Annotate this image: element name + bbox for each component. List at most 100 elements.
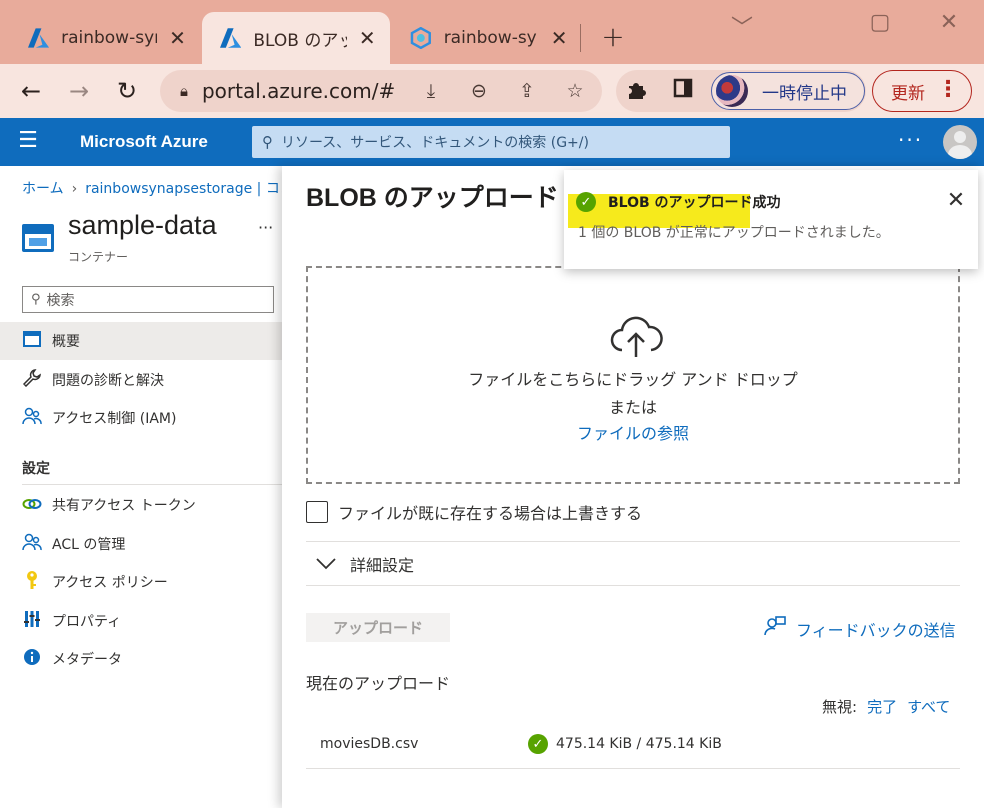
tab-rainbow-storage[interactable]: rainbow-synapsestorage - Microsoft Azure…	[0, 12, 200, 64]
sidebar-item-label: メタデータ	[52, 652, 122, 668]
blade-title: BLOB のアップロード	[306, 184, 559, 212]
send-feedback-link[interactable]: フィードバックの送信	[764, 616, 956, 641]
close-tab-icon[interactable]: ✕	[357, 26, 378, 50]
sidebar-item-access-policy[interactable]: アクセス ポリシー	[0, 563, 282, 601]
minimize-icon[interactable]: ﹀	[727, 10, 757, 42]
advanced-settings-toggle[interactable]: 詳細設定	[316, 552, 414, 576]
breadcrumb-chevron-icon: ›	[71, 181, 78, 197]
dropzone-or-text: または	[608, 398, 657, 417]
info-icon	[22, 648, 42, 670]
share-icon[interactable]: ⇪	[514, 78, 540, 104]
azure-brand[interactable]: Microsoft Azure	[80, 132, 208, 152]
sidebar-item-label: 概要	[52, 334, 80, 350]
upload-button[interactable]: アップロード	[306, 613, 450, 642]
overwrite-checkbox[interactable]	[306, 501, 328, 523]
page-title: sample-data	[68, 210, 217, 240]
menu-search-input[interactable]: ⚲ 検索	[22, 286, 274, 313]
sidebar-item-acl[interactable]: ACL の管理	[0, 525, 282, 563]
sidebar-item-label: アクセス ポリシー	[52, 575, 168, 591]
header-more-icon[interactable]: ···	[898, 128, 923, 152]
menu-search-placeholder: 検索	[46, 292, 75, 309]
close-tab-icon[interactable]: ✕	[167, 26, 188, 50]
success-check-icon: ✓	[576, 192, 596, 212]
browser-toolbar: ← → ↻ 🔒︎ portal.azure.com/#... ⤓ ⊖ ⇪ ☆ 一…	[0, 64, 984, 118]
browse-files-link[interactable]: ファイルの参照	[308, 420, 958, 444]
resource-menu: ホーム › rainbowsynapsestorage | コンテナー sample…	[0, 166, 336, 808]
sidebar-item-sas[interactable]: 共有アクセス トークン	[0, 486, 282, 524]
upload-success-notification[interactable]: ✓ BLOB のアップロード成功 1 個の BLOB が正常にアップロードされま…	[564, 170, 978, 269]
tab-synapse-studio[interactable]: rainbow-synapse - Synapse Studio ✕	[392, 12, 582, 64]
avatar-body	[948, 145, 972, 159]
overwrite-option[interactable]: ファイルが既に存在する場合は上書きする	[306, 500, 642, 524]
tab-title: rainbow-synapsestorage - Microsoft Azure	[61, 28, 157, 48]
breadcrumb-home[interactable]: ホーム	[22, 181, 64, 197]
container-icon	[22, 224, 54, 252]
dropzone-text: ファイルをこちらにドラッグ アンド ドロップ	[468, 370, 798, 389]
side-panel-icon[interactable]	[670, 78, 696, 104]
dismiss-completed-link[interactable]: 完了	[867, 698, 897, 716]
hamburger-menu-icon[interactable]: ☰	[16, 128, 40, 153]
sidebar-item-label: プロパティ	[52, 614, 122, 630]
resource-type: コンテナー	[68, 250, 129, 264]
install-app-icon[interactable]: ⤓	[418, 78, 444, 104]
people-icon	[22, 533, 42, 555]
sidebar-item-metadata[interactable]: メタデータ	[0, 640, 282, 678]
profile-button[interactable]: 一時停止中	[711, 72, 865, 110]
search-placeholder: リソース、サービス、ドキュメントの検索 (G+/)	[281, 135, 589, 151]
upload-progress-text: 475.14 KiB / 475.14 KiB	[556, 736, 722, 752]
settings-section-label: 設定	[22, 461, 50, 477]
sidebar-item-diagnose[interactable]: 問題の診断と解決	[0, 361, 282, 399]
overview-icon	[22, 331, 42, 351]
bookmark-star-icon[interactable]: ☆	[562, 78, 588, 104]
sidebar-item-label: 問題の診断と解決	[52, 373, 164, 389]
address-bar[interactable]: 🔒︎ portal.azure.com/#... ⤓ ⊖ ⇪ ☆	[160, 70, 602, 112]
cloud-upload-icon	[610, 316, 663, 357]
success-check-icon: ✓	[528, 734, 548, 754]
sidebar-item-overview[interactable]: 概要	[0, 322, 282, 360]
resource-more-icon[interactable]: ···	[258, 218, 273, 237]
azure-logo-icon	[28, 28, 50, 48]
user-avatar[interactable]	[943, 125, 977, 159]
more-vertical-icon[interactable]: ⋮	[937, 75, 959, 105]
sidebar-item-properties[interactable]: プロパティ	[0, 602, 282, 640]
azure-header: ☰ Microsoft Azure ⚲ リソース、サービス、ドキュメントの検索 …	[0, 118, 984, 166]
sidebar-item-iam[interactable]: アクセス制御 (IAM)	[0, 399, 282, 437]
forward-icon[interactable]: →	[62, 74, 96, 108]
azure-logo-icon	[220, 28, 242, 48]
upload-file-name: moviesDB.csv	[320, 736, 419, 752]
close-window-icon[interactable]: ✕	[934, 10, 964, 35]
tab-blob-upload[interactable]: BLOB のアップロード - Microsoft Azure ✕	[202, 12, 390, 64]
new-tab-button[interactable]: +	[598, 22, 628, 52]
url-text: portal.azure.com/#...	[201, 79, 394, 103]
profile-avatar	[716, 75, 748, 107]
dismiss-all-link[interactable]: すべて	[907, 698, 950, 716]
extension-group: 一時停止中	[616, 70, 866, 112]
update-button[interactable]: 更新 ⋮	[872, 70, 972, 112]
tab-separator	[580, 24, 581, 52]
close-notification-icon[interactable]: ✕	[944, 188, 968, 213]
sidebar-item-label: 共有アクセス トークン	[52, 498, 196, 514]
divider	[306, 585, 960, 586]
sidebar-item-label: ACL の管理	[52, 537, 126, 553]
notification-message: 1 個の BLOB が正常にアップロードされました。	[578, 225, 890, 241]
lock-icon[interactable]: 🔒︎	[180, 82, 188, 100]
chevron-down-icon	[316, 555, 336, 574]
extensions-puzzle-icon[interactable]	[624, 78, 650, 104]
back-icon[interactable]: ←	[14, 74, 48, 108]
avatar-head	[954, 131, 966, 143]
upload-file-status: ✓ 475.14 KiB / 475.14 KiB	[528, 734, 722, 754]
reload-icon[interactable]: ↻	[110, 74, 144, 108]
notification-header: ✓ BLOB のアップロード成功	[576, 192, 781, 212]
ignore-label: 無視:	[822, 698, 858, 716]
zoom-icon[interactable]: ⊖	[466, 78, 492, 104]
file-drop-zone[interactable]: ファイルをこちらにドラッグ アンド ドロップ または ファイルの参照	[306, 266, 960, 484]
maximize-icon[interactable]: ▢	[865, 10, 895, 35]
global-search-input[interactable]: ⚲ リソース、サービス、ドキュメントの検索 (G+/)	[252, 126, 730, 158]
people-icon	[22, 407, 42, 429]
sidebar-item-label: アクセス制御 (IAM)	[52, 411, 177, 427]
section-divider	[22, 484, 282, 485]
divider	[306, 768, 960, 769]
feedback-label: フィードバックの送信	[796, 620, 956, 640]
update-label: 更新	[891, 83, 925, 104]
close-tab-icon[interactable]: ✕	[548, 26, 570, 50]
